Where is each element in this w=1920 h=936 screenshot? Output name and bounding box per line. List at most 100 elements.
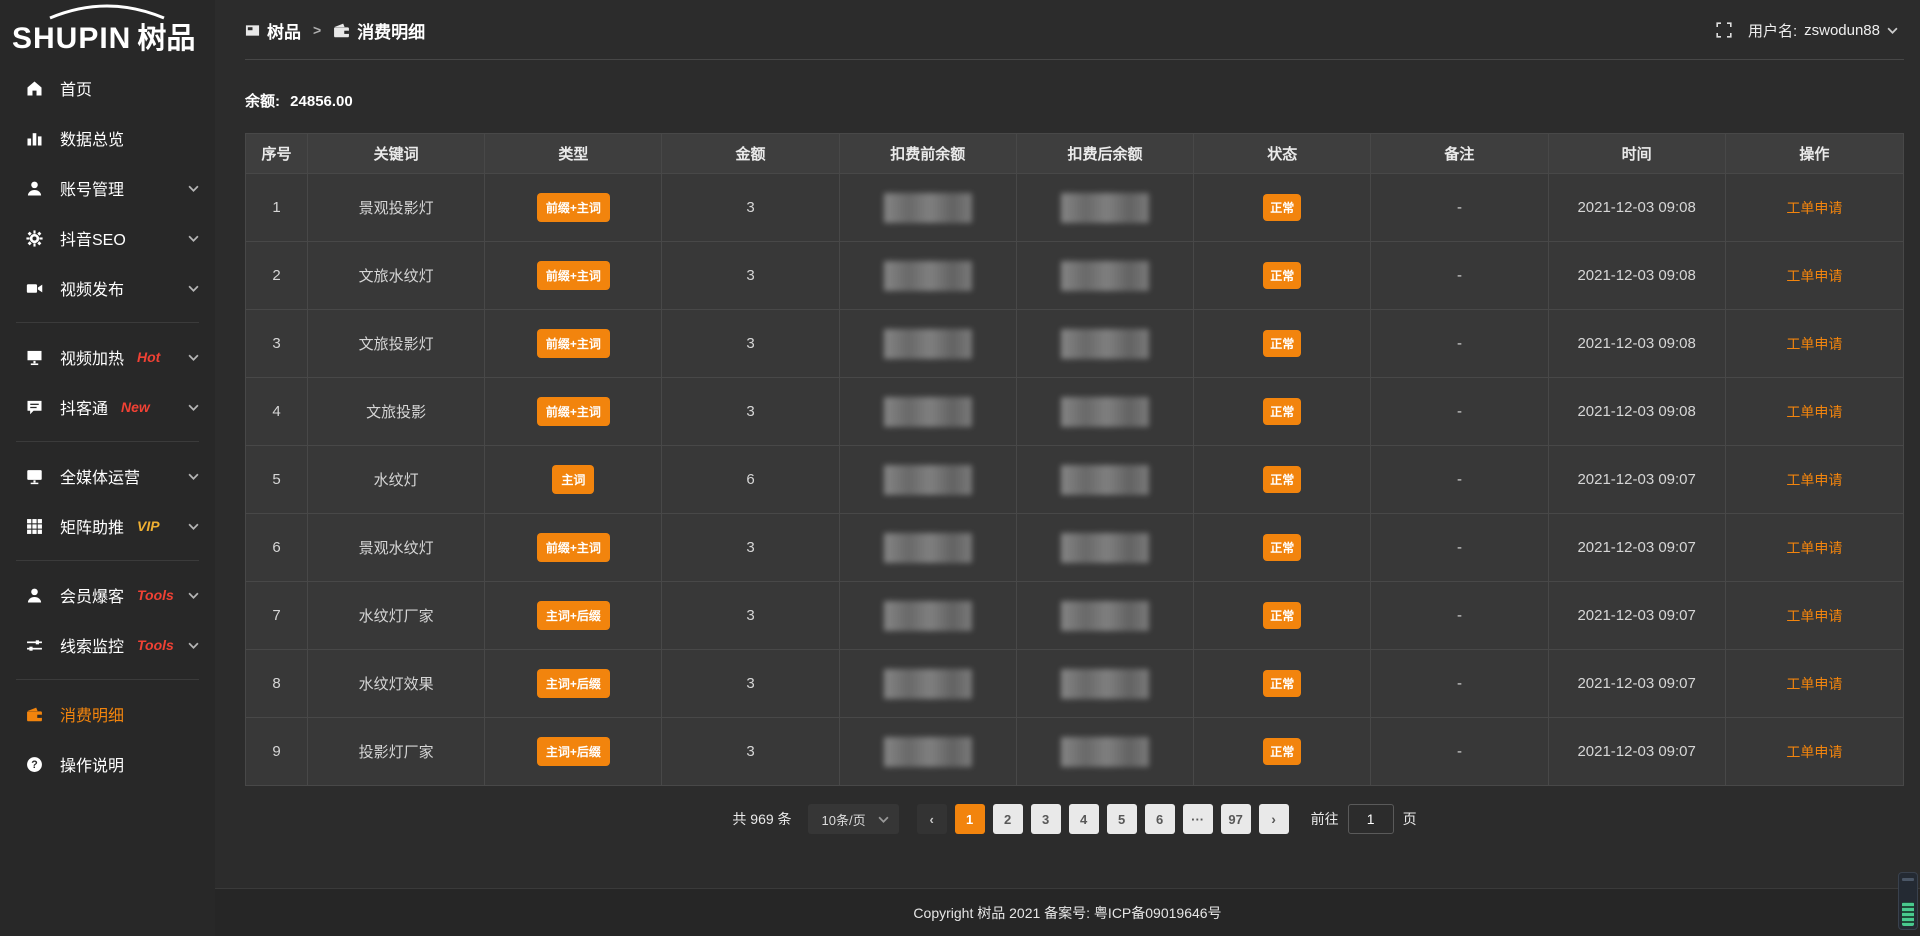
col-balance-before: 扣费前余额 (840, 134, 1017, 174)
cell-keyword: 文旅水纹灯 (308, 242, 485, 310)
ticket-apply-link[interactable]: 工单申请 (1786, 334, 1842, 354)
sidebar-item-label: 视频加热 (60, 345, 124, 369)
user-dropdown[interactable]: 用户名: zswodun88 (1748, 20, 1898, 41)
cell-time: 2021-12-03 09:08 (1549, 378, 1726, 446)
type-badge: 主词+后缀 (537, 669, 610, 698)
sidebar-item-douketong[interactable]: 抖客通 New (0, 382, 215, 432)
sidebar-item-member-burst[interactable]: 会员爆客 Tools (0, 570, 215, 620)
masked-balance-after (1061, 397, 1149, 427)
sidebar-divider (16, 322, 199, 323)
sidebar-item-label: 抖客通 (60, 395, 108, 419)
page-button-3[interactable]: 3 (1031, 804, 1061, 834)
sidebar-item-home[interactable]: 首页 (0, 63, 215, 113)
cell-sn: 5 (246, 446, 308, 514)
cell-sn: 7 (246, 582, 308, 650)
user-icon (26, 180, 46, 197)
chevron-down-icon (188, 235, 199, 242)
status-badge: 正常 (1263, 194, 1301, 221)
masked-balance-after (1061, 601, 1149, 631)
type-badge: 前缀+主词 (537, 533, 610, 562)
masked-balance-before (884, 193, 972, 223)
cell-sn: 1 (246, 174, 308, 242)
page-button-2[interactable]: 2 (993, 804, 1023, 834)
floating-widget[interactable] (1898, 872, 1918, 930)
gear-icon (26, 230, 46, 247)
breadcrumb-home[interactable]: 树品 (245, 18, 301, 43)
status-badge: 正常 (1263, 738, 1301, 765)
goto-page-input[interactable] (1348, 804, 1394, 834)
sidebar-item-data-overview[interactable]: 数据总览 (0, 113, 215, 163)
page-button-97[interactable]: 97 (1221, 804, 1251, 834)
page-button-1[interactable]: 1 (955, 804, 985, 834)
cell-keyword: 水纹灯 (308, 446, 485, 514)
cell-keyword: 文旅投影灯 (308, 310, 485, 378)
page-ellipsis-button[interactable]: ··· (1183, 804, 1213, 834)
ticket-apply-link[interactable]: 工单申请 (1786, 402, 1842, 422)
sidebar-item-help[interactable]: ? 操作说明 (0, 739, 215, 789)
cell-remark: - (1371, 446, 1548, 514)
cell-amount: 6 (662, 446, 839, 514)
sidebar-item-consume-detail[interactable]: 消费明细 (0, 689, 215, 739)
sidebar-item-video-heat[interactable]: 视频加热 Hot (0, 332, 215, 382)
prev-page-button[interactable]: ‹ (917, 804, 947, 834)
cell-keyword: 景观水纹灯 (308, 514, 485, 582)
sidebar-item-video-publish[interactable]: 视频发布 (0, 263, 215, 313)
sidebar-item-label: 账号管理 (60, 176, 124, 200)
cell-keyword: 景观投影灯 (308, 174, 485, 242)
chart-icon (26, 130, 46, 147)
cell-remark: - (1371, 650, 1548, 718)
cell-time: 2021-12-03 09:07 (1549, 446, 1726, 514)
sidebar-item-media-operation[interactable]: 全媒体运营 (0, 451, 215, 501)
ticket-apply-link[interactable]: 工单申请 (1786, 674, 1842, 694)
page-button-4[interactable]: 4 (1069, 804, 1099, 834)
ticket-apply-link[interactable]: 工单申请 (1786, 266, 1842, 286)
status-badge: 正常 (1263, 398, 1301, 425)
masked-balance-after (1061, 669, 1149, 699)
col-balance-after: 扣费后余额 (1017, 134, 1194, 174)
ticket-apply-link[interactable]: 工单申请 (1786, 606, 1842, 626)
sidebar-item-matrix-boost[interactable]: 矩阵助推 VIP (0, 501, 215, 551)
ticket-apply-link[interactable]: 工单申请 (1786, 198, 1842, 218)
cell-remark: - (1371, 718, 1548, 786)
sidebar-item-label: 矩阵助推 (60, 514, 124, 538)
cell-amount: 3 (662, 718, 839, 786)
chevron-down-icon (188, 592, 199, 599)
sidebar-item-clue-monitor[interactable]: 线索监控 Tools (0, 620, 215, 670)
masked-balance-before (884, 261, 972, 291)
type-badge: 前缀+主词 (537, 329, 610, 358)
sidebar-item-douyin-seo[interactable]: 抖音SEO (0, 213, 215, 263)
breadcrumb: 树品 > 消费明细 (245, 18, 425, 43)
sliders-icon (26, 637, 46, 654)
cell-time: 2021-12-03 09:08 (1549, 174, 1726, 242)
monitor-icon (26, 468, 46, 485)
cell-keyword: 文旅投影 (308, 378, 485, 446)
masked-balance-after (1061, 261, 1149, 291)
sidebar-item-label: 会员爆客 (60, 583, 124, 607)
cell-sn: 6 (246, 514, 308, 582)
ticket-apply-link[interactable]: 工单申请 (1786, 538, 1842, 558)
ticket-apply-link[interactable]: 工单申请 (1786, 742, 1842, 762)
sidebar-item-badge: Tools (137, 587, 174, 603)
masked-balance-before (884, 465, 972, 495)
chevron-down-icon (1887, 27, 1898, 34)
page-size-select[interactable]: 10条/页 (808, 804, 899, 834)
page-button-5[interactable]: 5 (1107, 804, 1137, 834)
fullscreen-icon[interactable] (1716, 22, 1732, 38)
cell-amount: 3 (662, 310, 839, 378)
table-row: 7 水纹灯厂家 主词+后缀 3 正常 - 2021-12-03 09:07 工单… (246, 582, 1903, 650)
sidebar-divider (16, 560, 199, 561)
ticket-apply-link[interactable]: 工单申请 (1786, 470, 1842, 490)
sidebar-item-badge: New (121, 399, 150, 415)
chevron-down-icon (188, 285, 199, 292)
col-time: 时间 (1549, 134, 1726, 174)
page-button-6[interactable]: 6 (1145, 804, 1175, 834)
window-icon (245, 23, 260, 38)
sidebar-item-account-manage[interactable]: 账号管理 (0, 163, 215, 213)
cell-remark: - (1371, 378, 1548, 446)
next-page-button[interactable]: › (1259, 804, 1289, 834)
cell-remark: - (1371, 514, 1548, 582)
comment-icon (26, 399, 46, 416)
masked-balance-before (884, 329, 972, 359)
sidebar-item-label: 全媒体运营 (60, 464, 140, 488)
table-row: 4 文旅投影 前缀+主词 3 正常 - 2021-12-03 09:08 工单申… (246, 378, 1903, 446)
